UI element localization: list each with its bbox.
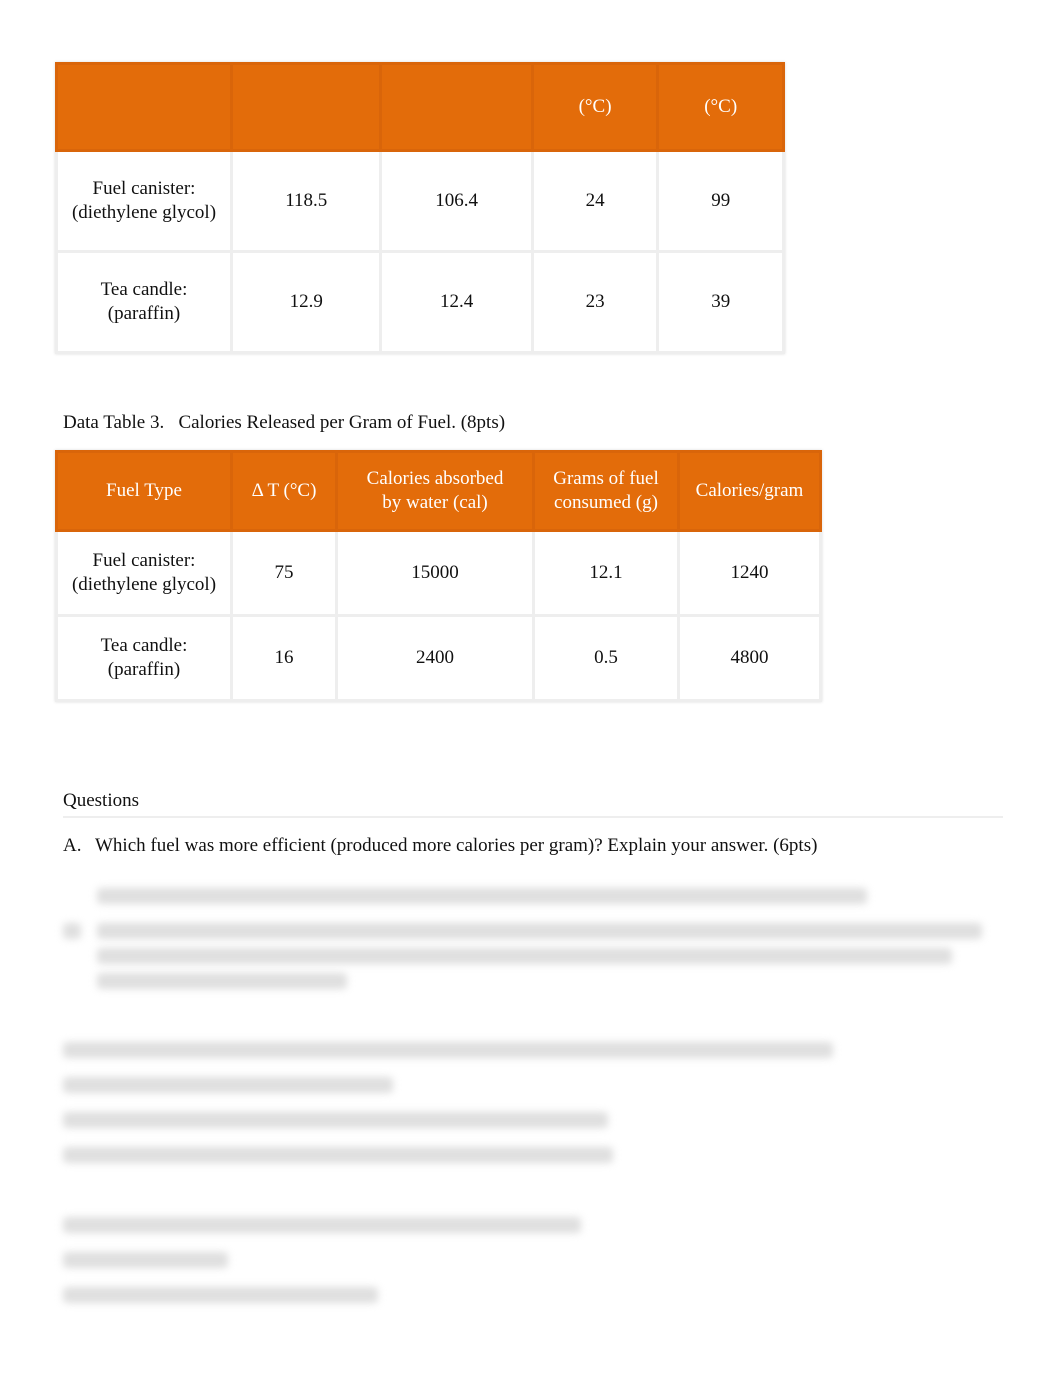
cell: 23 [530,250,660,354]
table-3-caption: Data Table 3. Calories Released per Gram… [63,412,506,433]
cell: Tea candle: (paraffin) [55,614,233,702]
header-cell: Δ T (°C) [230,450,338,532]
cell: Fuel canister: (diethylene glycol) [55,529,233,617]
cell: 15000 [335,529,535,617]
cell: 12.9 [229,250,383,354]
header-cell [229,62,383,152]
cell: 0.5 [532,614,680,702]
data-table-3: Fuel Type Δ T (°C) Calories absorbed by … [55,450,822,702]
cell: 75 [230,529,338,617]
cell: Fuel canister: (diethylene glycol) [55,149,233,253]
table-row: Tea candle: (paraffin) 12.9 12.4 23 39 [55,250,785,354]
header-cell: Grams of fuel consumed (g) [532,450,680,532]
cell: 118.5 [229,149,383,253]
header-cell: (°C) [530,62,660,152]
questions-heading: Questions [63,790,139,811]
question-a-text: Which fuel was more efficient (produced … [95,835,818,856]
cell: 99 [656,149,785,253]
cell: 12.4 [379,250,534,354]
cell: 16 [230,614,338,702]
cell: 4800 [677,614,822,702]
cell: 12.1 [532,529,680,617]
question-a-label: A. [63,835,82,856]
header-cell: Calories absorbed by water (cal) [335,450,535,532]
table-row: Tea candle: (paraffin) 16 2400 0.5 4800 [55,614,822,702]
header-cell: Fuel Type [55,450,233,532]
table-header-row: Fuel Type Δ T (°C) Calories absorbed by … [55,450,822,532]
header-cell: Calories/gram [677,450,822,532]
divider [63,816,1003,818]
header-cell [379,62,534,152]
header-cell [55,62,233,152]
document-page: (°C) (°C) Fuel canister: (diethylene gly… [0,0,1062,1376]
cell: 39 [656,250,785,354]
data-table-2: (°C) (°C) Fuel canister: (diethylene gly… [55,62,785,354]
table-row: Fuel canister: (diethylene glycol) 118.5… [55,149,785,253]
cell: 2400 [335,614,535,702]
cell: 1240 [677,529,822,617]
header-cell: (°C) [656,62,785,152]
cell: 106.4 [379,149,534,253]
table-row: Fuel canister: (diethylene glycol) 75 15… [55,529,822,617]
cell: 24 [530,149,660,253]
cell: Tea candle: (paraffin) [55,250,233,354]
table-header-row: (°C) (°C) [55,62,785,152]
